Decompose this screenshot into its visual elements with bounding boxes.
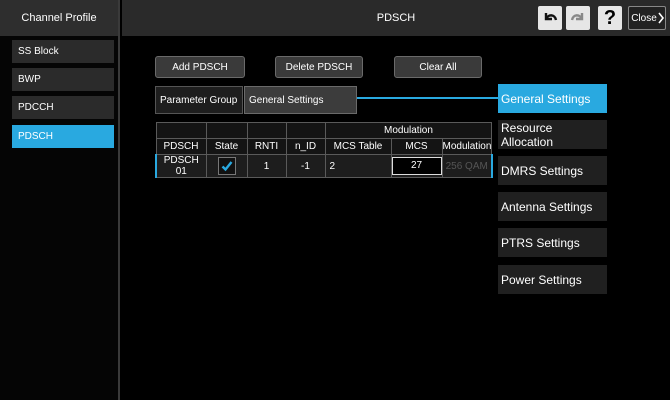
chevron-right-icon — [658, 12, 664, 24]
checkmark-icon — [221, 161, 232, 172]
col-header-modulation: Modulation — [441, 138, 493, 155]
col-header-n-id: n_ID — [285, 138, 326, 155]
connector-line — [357, 97, 500, 99]
cell-mcs-table[interactable]: 2 — [324, 154, 392, 178]
close-button[interactable]: Close — [628, 6, 666, 30]
close-label: Close — [631, 12, 657, 24]
undo-button[interactable] — [538, 6, 562, 30]
category-antenna-settings[interactable]: Antenna Settings — [498, 192, 607, 221]
cell-modulation: 256 QAM — [441, 154, 493, 178]
col-header-pdsch: PDSCH — [155, 138, 207, 155]
category-ptrs-settings[interactable]: PTRS Settings — [498, 228, 607, 257]
redo-button[interactable] — [566, 6, 590, 30]
parameter-group-label: Parameter Group — [155, 86, 243, 114]
table-group-header-row: Modulation — [155, 122, 493, 139]
col-header-state: State — [205, 138, 248, 155]
undo-icon — [544, 13, 558, 21]
category-power-settings[interactable]: Power Settings — [498, 265, 607, 294]
cell-rnti[interactable]: 1 — [246, 154, 287, 178]
state-checkbox[interactable] — [217, 157, 236, 175]
sidebar-item-bwp[interactable]: BWP — [12, 68, 114, 91]
delete-pdsch-button[interactable]: Delete PDSCH — [275, 56, 363, 78]
modulation-group-header: Modulation — [324, 122, 493, 139]
add-pdsch-button[interactable]: Add PDSCH — [155, 56, 245, 78]
help-icon: ? — [603, 6, 617, 29]
table-header-row: PDSCH State RNTI n_ID MCS Table MCS Modu… — [155, 138, 493, 155]
col-header-mcs: MCS — [390, 138, 443, 155]
category-general-settings[interactable]: General Settings — [498, 84, 607, 113]
clear-all-button[interactable]: Clear All — [394, 56, 482, 78]
category-resource-allocation[interactable]: Resource Allocation — [498, 120, 607, 149]
cell-mcs[interactable]: 27 — [390, 154, 443, 178]
parameter-group-value[interactable]: General Settings — [244, 86, 357, 114]
channel-profile-title: Channel Profile — [0, 0, 118, 36]
sidebar-item-pdcch[interactable]: PDCCH — [12, 96, 114, 119]
table-row[interactable]: PDSCH 01 1 -1 2 27 256 QAM — [155, 154, 493, 178]
sidebar-item-ss-block[interactable]: SS Block — [12, 40, 114, 63]
mcs-input[interactable]: 27 — [391, 157, 442, 175]
cell-state[interactable] — [205, 154, 248, 178]
col-header-mcs-table: MCS Table — [324, 138, 392, 155]
sidebar-item-pdsch[interactable]: PDSCH — [12, 125, 114, 148]
col-header-rnti: RNTI — [246, 138, 287, 155]
redo-icon — [570, 13, 584, 21]
cell-n-id[interactable]: -1 — [285, 154, 326, 178]
help-button[interactable]: ? — [598, 6, 622, 30]
cell-pdsch[interactable]: PDSCH 01 — [155, 154, 207, 178]
category-dmrs-settings[interactable]: DMRS Settings — [498, 156, 607, 185]
pdsch-table: Modulation PDSCH State RNTI n_ID MCS Tab… — [155, 122, 493, 178]
